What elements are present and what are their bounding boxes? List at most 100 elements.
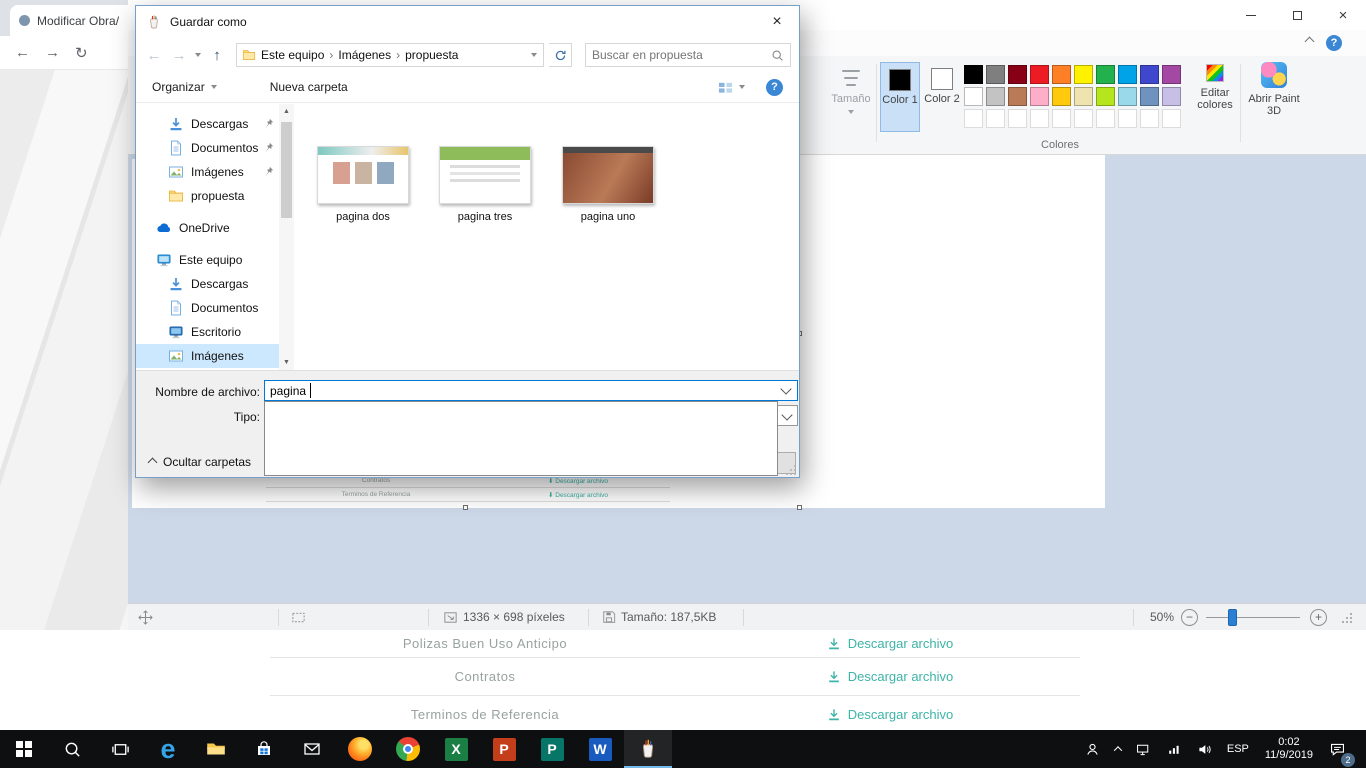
palette-color[interactable] bbox=[1008, 87, 1027, 106]
color1-button[interactable]: Color 1 bbox=[880, 62, 920, 132]
close-button[interactable]: × bbox=[1320, 0, 1366, 30]
scroll-up-icon[interactable]: ▲ bbox=[279, 104, 294, 119]
file-item-pagina-uno[interactable]: pagina uno bbox=[558, 146, 658, 223]
palette-empty-slot[interactable] bbox=[1074, 109, 1093, 128]
scroll-down-icon[interactable]: ▼ bbox=[279, 355, 294, 370]
taskbar-edge-button[interactable]: e bbox=[144, 730, 192, 768]
dialog-close-button[interactable]: × bbox=[755, 6, 799, 38]
taskbar-firefox-button[interactable] bbox=[336, 730, 384, 768]
sidebar-item-propuesta[interactable]: propuesta bbox=[136, 184, 279, 208]
organize-button[interactable]: Organizar bbox=[152, 80, 218, 94]
palette-color[interactable] bbox=[1162, 65, 1181, 84]
taskbar-start-button[interactable] bbox=[0, 730, 48, 768]
breadcrumb-separator-icon[interactable]: › bbox=[396, 48, 400, 62]
taskbar-powerpoint-button[interactable]: P bbox=[480, 730, 528, 768]
sidebar-item-imagenes[interactable]: Imágenes bbox=[136, 344, 279, 368]
palette-color[interactable] bbox=[986, 65, 1005, 84]
sidebar-item-documentos[interactable]: Documentos bbox=[136, 296, 279, 320]
zoom-in-button[interactable]: + bbox=[1310, 604, 1327, 630]
file-item-pagina-tres[interactable]: pagina tres bbox=[435, 146, 535, 223]
sidebar-item-documentos[interactable]: Documentos bbox=[136, 136, 279, 160]
sidebar-scrollbar[interactable]: ▲ ▼ bbox=[279, 104, 294, 370]
palette-empty-slot[interactable] bbox=[1140, 109, 1159, 128]
palette-color[interactable] bbox=[1030, 87, 1049, 106]
palette-color[interactable] bbox=[1096, 87, 1115, 106]
up-icon[interactable]: ↑ bbox=[207, 47, 227, 64]
new-folder-button[interactable]: Nueva carpeta bbox=[270, 80, 348, 94]
taskbar-mail-button[interactable] bbox=[288, 730, 336, 768]
canvas-resize-handle[interactable] bbox=[463, 505, 468, 510]
back-icon[interactable]: ← bbox=[144, 47, 164, 64]
network-icon[interactable] bbox=[1128, 730, 1159, 768]
size-button[interactable]: Tamaño bbox=[828, 62, 874, 134]
palette-color[interactable] bbox=[1140, 87, 1159, 106]
address-dropdown-icon[interactable] bbox=[531, 53, 537, 57]
palette-color[interactable] bbox=[986, 87, 1005, 106]
download-link[interactable]: Descargar archivo bbox=[700, 636, 1080, 651]
sidebar-item-imagenes[interactable]: Imágenes bbox=[136, 160, 279, 184]
palette-color[interactable] bbox=[1052, 87, 1071, 106]
filename-input[interactable] bbox=[264, 380, 798, 401]
reload-icon[interactable]: ↻ bbox=[75, 44, 88, 62]
volume-icon[interactable] bbox=[1189, 730, 1220, 768]
breadcrumb-item[interactable]: Imágenes bbox=[338, 48, 391, 62]
palette-color[interactable] bbox=[1118, 87, 1137, 106]
chrome-tab[interactable]: Modificar Obra/ bbox=[10, 5, 129, 36]
palette-empty-slot[interactable] bbox=[986, 109, 1005, 128]
taskbar-store-button[interactable] bbox=[240, 730, 288, 768]
palette-color[interactable] bbox=[1008, 65, 1027, 84]
forward-icon[interactable]: → bbox=[45, 44, 60, 61]
zoom-slider-track[interactable] bbox=[1206, 617, 1300, 618]
palette-color[interactable] bbox=[1140, 65, 1159, 84]
maximize-button[interactable] bbox=[1274, 0, 1320, 30]
zoom-slider-handle[interactable] bbox=[1228, 609, 1237, 626]
file-item-pagina-dos[interactable]: pagina dos bbox=[313, 146, 413, 223]
refresh-button[interactable] bbox=[549, 43, 572, 67]
view-options-button[interactable] bbox=[718, 80, 746, 95]
palette-empty-slot[interactable] bbox=[1030, 109, 1049, 128]
forward-icon[interactable]: → bbox=[169, 47, 189, 64]
hidden-icons-chevron-icon[interactable] bbox=[1108, 730, 1128, 768]
palette-color[interactable] bbox=[964, 65, 983, 84]
language-indicator[interactable]: ESP bbox=[1220, 730, 1256, 768]
help-icon[interactable]: ? bbox=[1326, 35, 1342, 51]
sidebar-item-descargas[interactable]: Descargas bbox=[136, 112, 279, 136]
palette-empty-slot[interactable] bbox=[1096, 109, 1115, 128]
minimize-button[interactable] bbox=[1228, 0, 1274, 30]
hide-folders-button[interactable]: Ocultar carpetas bbox=[149, 455, 251, 469]
breadcrumb-separator-icon[interactable]: › bbox=[329, 48, 333, 62]
search-box[interactable] bbox=[585, 43, 791, 67]
help-icon[interactable]: ? bbox=[766, 79, 783, 96]
taskbar-excel-button[interactable]: X bbox=[432, 730, 480, 768]
people-icon[interactable] bbox=[1077, 730, 1108, 768]
open-paint3d-button[interactable]: Abrir Paint 3D bbox=[1246, 62, 1302, 117]
palette-color[interactable] bbox=[1074, 65, 1093, 84]
palette-empty-slot[interactable] bbox=[964, 109, 983, 128]
palette-color[interactable] bbox=[1096, 65, 1115, 84]
collapse-ribbon-icon[interactable] bbox=[1306, 38, 1314, 46]
palette-empty-slot[interactable] bbox=[1118, 109, 1137, 128]
palette-empty-slot[interactable] bbox=[1162, 109, 1181, 128]
taskbar-search-button[interactable] bbox=[48, 730, 96, 768]
address-bar[interactable]: Este equipo›Imágenes›propuesta bbox=[236, 43, 544, 67]
resize-grip[interactable] bbox=[1342, 604, 1353, 630]
search-input[interactable] bbox=[592, 48, 767, 62]
scrollbar-thumb[interactable] bbox=[281, 122, 292, 218]
palette-empty-slot[interactable] bbox=[1008, 109, 1027, 128]
breadcrumb-item[interactable]: Este equipo bbox=[261, 48, 324, 62]
palette-color[interactable] bbox=[964, 87, 983, 106]
taskbar-word-button[interactable]: W bbox=[576, 730, 624, 768]
palette-color[interactable] bbox=[1162, 87, 1181, 106]
edit-colors-button[interactable]: Editar colores bbox=[1190, 64, 1240, 111]
sidebar-item-escritorio[interactable]: Escritorio bbox=[136, 320, 279, 344]
action-center-icon[interactable]: 2 bbox=[1322, 730, 1356, 768]
taskbar-paint-button[interactable] bbox=[624, 730, 672, 768]
download-link[interactable]: Descargar archivo bbox=[700, 669, 1080, 684]
palette-color[interactable] bbox=[1030, 65, 1049, 84]
filename-suggestions-dropdown[interactable] bbox=[264, 401, 778, 476]
palette-color[interactable] bbox=[1074, 87, 1093, 106]
palette-color[interactable] bbox=[1052, 65, 1071, 84]
taskbar-file-explorer-button[interactable] bbox=[192, 730, 240, 768]
palette-color[interactable] bbox=[1118, 65, 1137, 84]
sidebar-item-descargas[interactable]: Descargas bbox=[136, 272, 279, 296]
